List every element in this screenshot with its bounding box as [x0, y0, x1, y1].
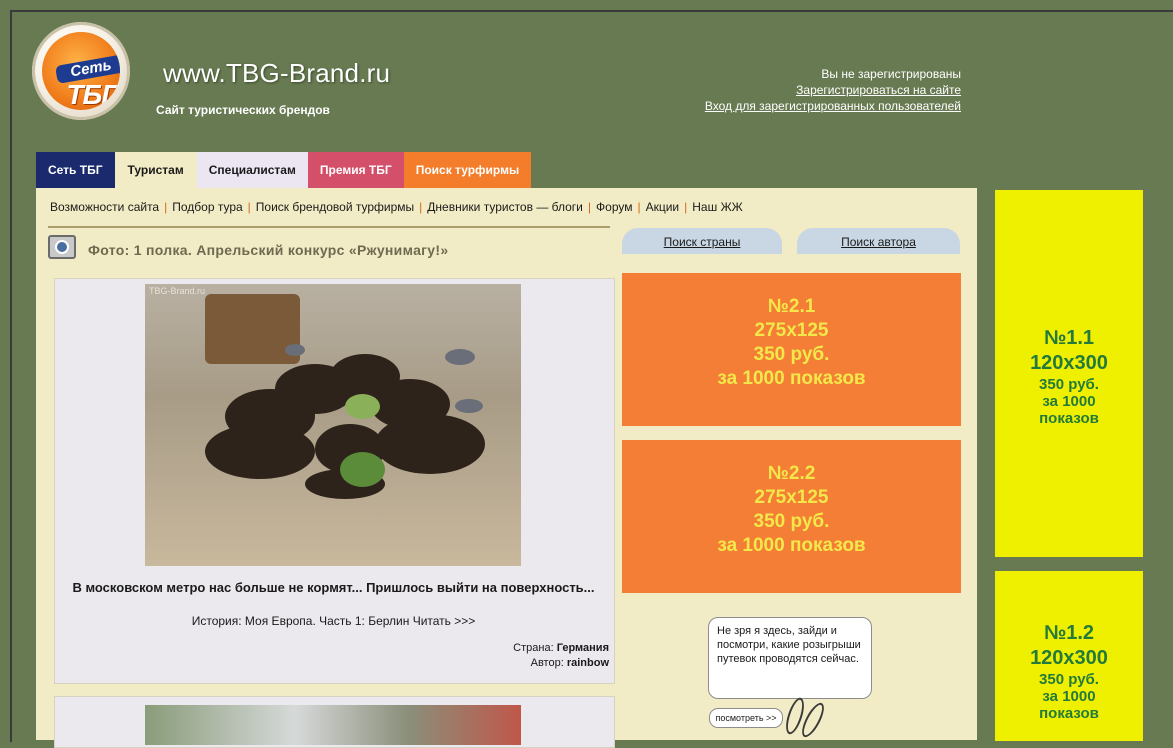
- logo-badge: Сеть ТБГ: [42, 32, 120, 110]
- subnav-separator: |: [684, 200, 688, 214]
- ad-terms: за 1000 показов: [717, 368, 866, 389]
- ad-id: №1.2: [1043, 622, 1095, 644]
- ad-id: №1.1: [1043, 327, 1095, 349]
- search-author-tab[interactable]: Поиск автора: [797, 228, 960, 254]
- subnav-separator: |: [637, 200, 641, 214]
- subnav-brand-agency-search[interactable]: Поиск брендовой турфирмы: [256, 200, 414, 214]
- site-title[interactable]: www.TBG-Brand.ru: [163, 58, 390, 89]
- ad-text-block: №1.1 120x300 350 руб. за 1000 показов: [995, 326, 1143, 427]
- tab-specialists[interactable]: Специалистам: [196, 152, 308, 188]
- banner-ad-1-1[interactable]: №1.1 120x300 350 руб. за 1000 показов: [995, 190, 1143, 557]
- author-row: Автор: rainbow: [513, 656, 609, 671]
- subnav-separator: |: [247, 200, 251, 214]
- view-promo-button[interactable]: посмотреть >>: [709, 708, 783, 728]
- ad-size: 275x125: [754, 320, 829, 341]
- ad-id: №2.2: [767, 463, 816, 484]
- photo-greens: [345, 394, 380, 419]
- tab-tourists[interactable]: Туристам: [114, 152, 197, 188]
- next-photo[interactable]: [145, 705, 521, 745]
- ad-price: 350 руб.: [1039, 671, 1099, 688]
- ad-terms: за 1000 показов: [717, 535, 866, 556]
- ad-id: №2.1: [767, 296, 816, 317]
- site-logo[interactable]: Сеть ТБГ: [32, 22, 130, 120]
- ad-size: 120x300: [1030, 352, 1108, 374]
- login-link[interactable]: Вход для зарегистрированных пользователе…: [705, 98, 961, 114]
- photo-pigeon: [445, 349, 475, 365]
- photo-caption: В московском метро нас больше не кормят.…: [72, 580, 595, 595]
- ad-terms: показов: [1039, 705, 1099, 722]
- author-label: Автор:: [530, 657, 564, 669]
- user-box: Вы не зарегистрированы Зарегистрироватьс…: [705, 66, 961, 114]
- contest-photo[interactable]: TBG-Brand.ru: [145, 284, 521, 566]
- tab-award[interactable]: Премия ТБГ: [307, 152, 404, 188]
- subnav-tour-selection[interactable]: Подбор тура: [172, 200, 242, 214]
- main-tabs: Сеть ТБГ Туристам Специалистам Премия ТБ…: [36, 152, 532, 188]
- story-link[interactable]: История: Моя Европа. Часть 1: Берлин Чит…: [56, 614, 611, 628]
- register-link[interactable]: Зарегистрироваться на сайте: [705, 82, 961, 98]
- ad-terms: за 1000: [1042, 393, 1096, 410]
- photo-stump: [205, 294, 300, 364]
- photo-meta: Страна: Германия Автор: rainbow: [513, 641, 609, 671]
- photo-animal: [375, 414, 485, 474]
- tab-network[interactable]: Сеть ТБГ: [36, 152, 115, 188]
- subnav-forum[interactable]: Форум: [596, 200, 632, 214]
- bunny-ears-icon: [782, 697, 822, 742]
- ad-size: 275x125: [754, 487, 829, 508]
- ad-terms: показов: [1039, 410, 1099, 427]
- logo-bottom-text: ТБГ: [66, 79, 118, 110]
- tab-agency-search[interactable]: Поиск турфирмы: [403, 152, 532, 188]
- promo-speech-bubble: Не зря я здесь, зайди и посмотри, какие …: [708, 617, 872, 699]
- subnav-livejournal[interactable]: Наш ЖЖ: [692, 200, 742, 214]
- author-value[interactable]: rainbow: [567, 657, 609, 669]
- ad-size: 120x300: [1030, 647, 1108, 669]
- ad-price: 350 руб.: [1039, 376, 1099, 393]
- banner-ad-1-2[interactable]: №1.2 120x300 350 руб. за 1000 показов: [995, 571, 1143, 741]
- sub-navigation: Возможности сайта | Подбор тура | Поиск брен…: [50, 200, 743, 214]
- photo-section-title: Фото: 1 полка. Апрельский конкурс «Ржуни…: [88, 242, 449, 258]
- photo-greens: [340, 452, 385, 487]
- ad-text-block: №1.2 120x300 350 руб. за 1000 показов: [995, 621, 1143, 722]
- subnav-separator: |: [587, 200, 592, 214]
- ad-terms: за 1000: [1042, 688, 1096, 705]
- country-row: Страна: Германия: [513, 641, 609, 656]
- subnav-separator: |: [419, 200, 423, 214]
- photo-watermark: TBG-Brand.ru: [149, 286, 206, 296]
- subnav-promotions[interactable]: Акции: [646, 200, 680, 214]
- user-status: Вы не зарегистрированы: [821, 67, 961, 81]
- subnav-diaries[interactable]: Дневники туристов — блоги: [427, 200, 583, 214]
- photo-animal: [205, 424, 315, 479]
- subnav-features[interactable]: Возможности сайта: [50, 200, 159, 214]
- country-value[interactable]: Германия: [557, 642, 609, 654]
- site-subtitle: Сайт туристических брендов: [156, 103, 330, 117]
- camera-icon: [48, 235, 76, 259]
- photo-pigeon: [285, 344, 305, 356]
- banner-ad-2-1[interactable]: №2.1 275x125 350 руб. за 1000 показов: [622, 273, 961, 426]
- photo-header-rule: [48, 226, 610, 228]
- banner-ad-2-2[interactable]: №2.2 275x125 350 руб. за 1000 показов: [622, 440, 961, 593]
- subnav-separator: |: [164, 200, 168, 214]
- photo-pigeon: [455, 399, 483, 413]
- ad-price: 350 руб.: [753, 344, 830, 365]
- ad-price: 350 руб.: [753, 511, 830, 532]
- search-country-tab[interactable]: Поиск страны: [622, 228, 782, 254]
- country-label: Страна:: [513, 642, 554, 654]
